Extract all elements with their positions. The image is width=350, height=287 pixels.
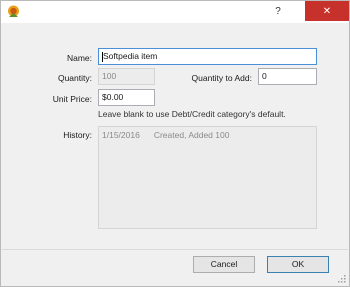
ok-button[interactable]: OK (267, 256, 329, 273)
history-label: History: (63, 130, 92, 140)
footer-divider (2, 249, 348, 250)
history-list[interactable]: 1/15/2016 Created, Added 100 (98, 126, 317, 229)
help-icon: ? (275, 5, 281, 17)
dialog-body: Name: Softpedia item Quantity: 100 Quant… (2, 23, 348, 285)
history-row: 1/15/2016 Created, Added 100 (102, 130, 313, 140)
app-icon (6, 4, 21, 19)
unit-price-hint: Leave blank to use Debt/Credit category'… (98, 109, 286, 119)
dialog-window: ? ✕ Name: Softpedia item Quantity: 100 Q… (0, 0, 350, 287)
close-button[interactable]: ✕ (305, 1, 349, 21)
close-icon: ✕ (322, 5, 332, 17)
quantity-label: Quantity: (57, 73, 92, 83)
help-button[interactable]: ? (265, 1, 291, 21)
name-input-value: Softpedia item (103, 51, 158, 61)
history-date: 1/15/2016 (102, 130, 140, 140)
name-input[interactable]: Softpedia item (98, 48, 317, 65)
cancel-button[interactable]: Cancel (193, 256, 255, 273)
quantity-field: 100 (98, 68, 155, 85)
quantity-to-add-input[interactable]: 0 (258, 68, 317, 85)
title-bar[interactable]: ? ✕ (1, 1, 349, 23)
unit-price-label: Unit Price: (52, 94, 92, 104)
quantity-to-add-label: Quantity to Add: (191, 73, 252, 83)
history-event: Created, Added 100 (153, 130, 230, 140)
name-label: Name: (66, 53, 92, 63)
unit-price-input[interactable]: $0.00 (98, 89, 155, 106)
resize-grip-icon[interactable] (337, 274, 346, 283)
